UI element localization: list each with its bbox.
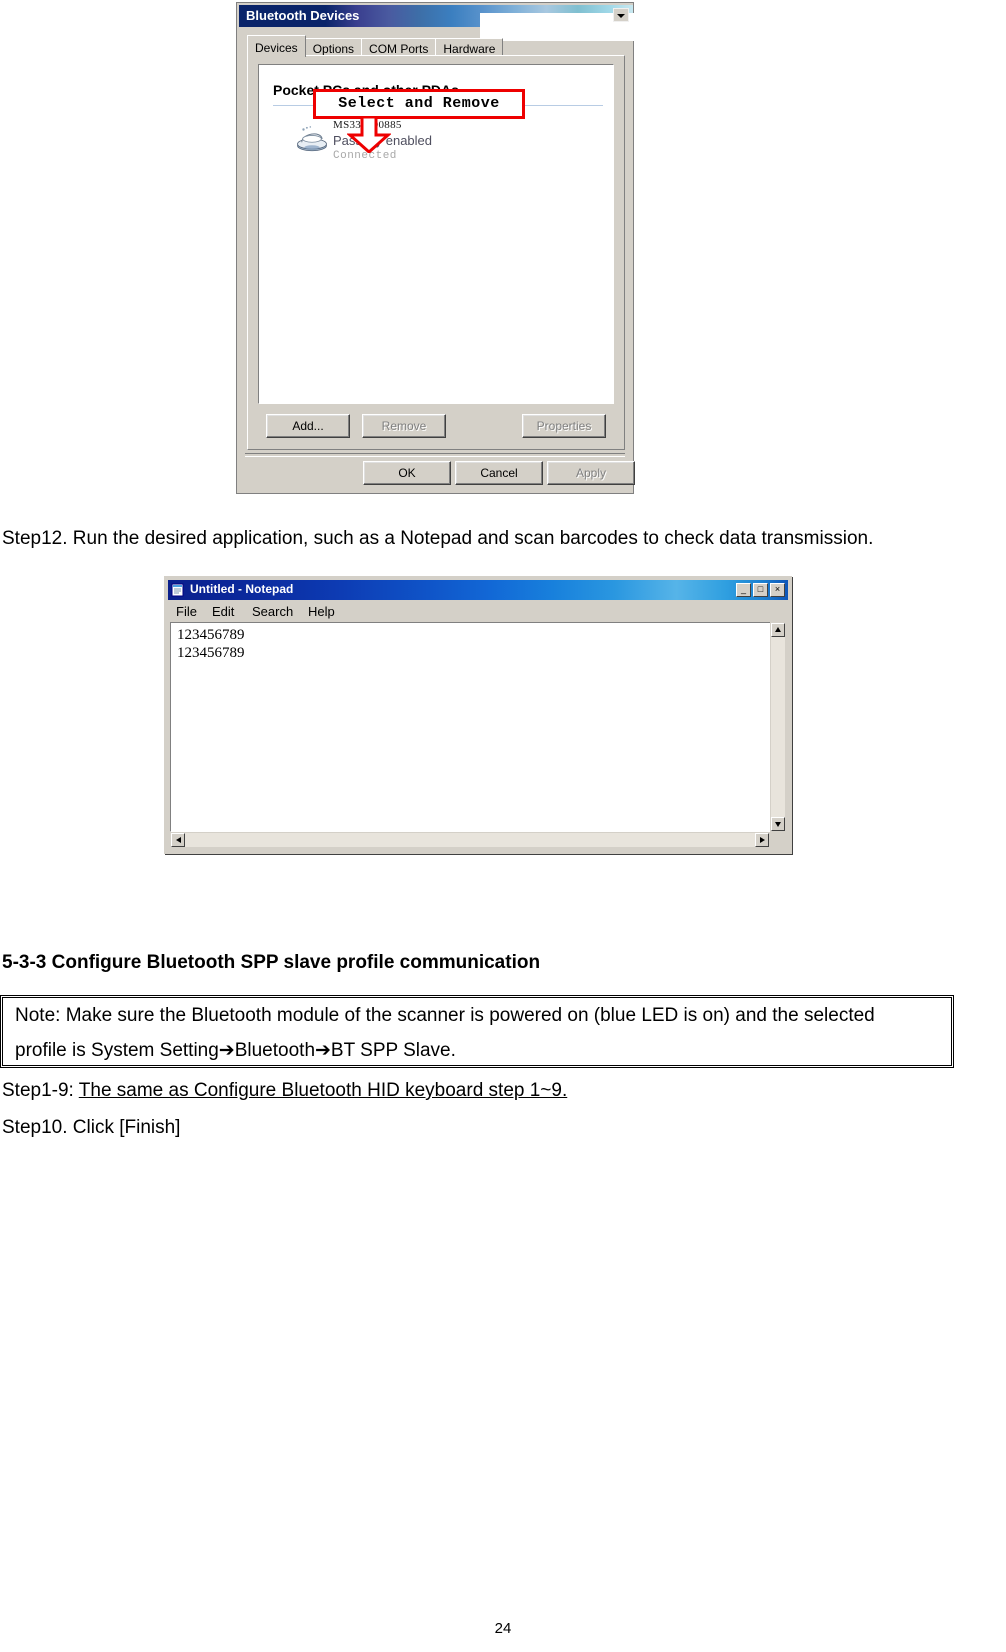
pda-device-icon	[297, 126, 327, 152]
chevron-down-icon[interactable]	[613, 8, 629, 22]
scroll-down-icon[interactable]	[771, 817, 785, 831]
maximize-button[interactable]: □	[753, 583, 768, 597]
vertical-scrollbar[interactable]	[770, 622, 786, 832]
ok-button[interactable]: OK	[363, 461, 451, 485]
annotation-callout-box: Select and Remove	[313, 89, 525, 119]
notepad-text-area[interactable]: 123456789 123456789	[170, 622, 786, 832]
bluetooth-devices-dialog: Bluetooth Devices Devices Options COM Po…	[236, 2, 635, 494]
notepad-icon	[171, 583, 184, 597]
note-line-1: Note: Make sure the Bluetooth module of …	[15, 1005, 875, 1026]
menu-file[interactable]: File	[176, 604, 197, 619]
add-button[interactable]: Add...	[266, 414, 350, 438]
annotation-callout-text: Select and Remove	[338, 95, 500, 112]
scroll-up-icon[interactable]	[771, 623, 785, 637]
devices-listbox[interactable]: Pocket PCs and other PDAs MS339890885 Pa…	[258, 64, 614, 404]
menu-edit[interactable]: Edit	[212, 604, 234, 619]
note-callout-box: Note: Make sure the Bluetooth module of …	[0, 995, 954, 1068]
device-action-buttons: Add... Remove Properties	[258, 414, 614, 440]
notepad-titlebar[interactable]: Untitled - Notepad _ □ ×	[168, 580, 788, 600]
devices-tab-panel: Pocket PCs and other PDAs MS339890885 Pa…	[247, 55, 625, 450]
tab-devices[interactable]: Devices	[247, 35, 306, 57]
menu-search[interactable]: Search	[252, 604, 293, 619]
notepad-menubar: File Edit Search Help	[168, 602, 788, 621]
apply-button[interactable]: Apply	[547, 461, 635, 485]
step1-9-reference: The same as Configure Bluetooth HID keyb…	[78, 1080, 568, 1101]
bluetooth-dialog-tabstrip: Devices Options COM Ports Hardware	[247, 35, 504, 57]
notepad-text-line: 123456789	[177, 627, 245, 643]
dialog-divider	[245, 453, 625, 457]
scroll-left-icon[interactable]	[171, 833, 185, 847]
annotation-down-arrow-icon	[347, 117, 391, 153]
step10-line: Step10. Click [Finish]	[2, 1117, 181, 1138]
menu-help[interactable]: Help	[308, 604, 335, 619]
cancel-button[interactable]: Cancel	[455, 461, 543, 485]
bluetooth-dialog-title: Bluetooth Devices	[246, 8, 360, 23]
minimize-button[interactable]: _	[736, 583, 751, 597]
close-button[interactable]: ×	[770, 583, 785, 597]
page-number: 24	[494, 1620, 512, 1637]
section-heading: 5-3-3 Configure Bluetooth SPP slave prof…	[2, 952, 541, 973]
resize-grip[interactable]	[772, 834, 787, 849]
properties-button[interactable]: Properties	[522, 414, 606, 438]
note-line-2: profile is System Setting➔Bluetooth➔BT S…	[15, 1040, 456, 1061]
scroll-right-icon[interactable]	[755, 833, 769, 847]
step1-9-line: Step1-9: The same as Configure Bluetooth…	[2, 1080, 567, 1102]
horizontal-scrollbar[interactable]	[170, 832, 770, 848]
step12-paragraph: Step12. Run the desired application, suc…	[2, 528, 874, 549]
step1-9-prefix: Step1-9:	[2, 1080, 79, 1101]
notepad-window: Untitled - Notepad _ □ × File Edit Searc…	[164, 576, 792, 854]
remove-button[interactable]: Remove	[362, 414, 446, 438]
notepad-title: Untitled - Notepad	[190, 582, 294, 596]
notepad-text-line: 123456789	[177, 645, 245, 661]
scan-white-overlay	[480, 13, 635, 41]
